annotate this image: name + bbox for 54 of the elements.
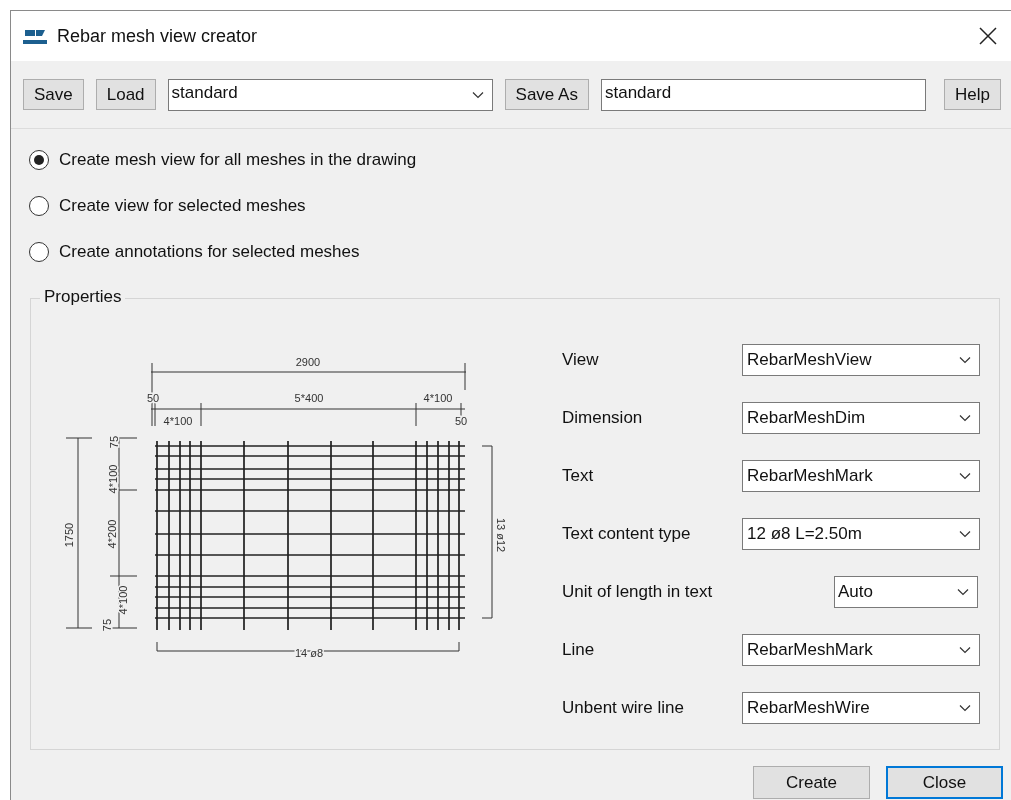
radio-button[interactable] <box>29 242 49 262</box>
chevron-down-icon <box>471 90 484 99</box>
dimension-label: 4*100 <box>423 392 453 404</box>
window-title: Rebar mesh view creator <box>57 24 259 48</box>
radio-button[interactable] <box>29 150 49 170</box>
radio-option[interactable]: Create mesh view for all meshes in the drawing <box>29 148 1011 172</box>
chevron-down-icon <box>959 356 971 364</box>
dimension-label: 13 ø12 <box>495 517 507 553</box>
dropdown[interactable]: Auto <box>834 576 978 608</box>
dimension-label: 4*200 <box>106 519 118 549</box>
field-label: Text content type <box>562 523 692 546</box>
dialog-button[interactable]: Close <box>886 766 1003 799</box>
preset-dropdown[interactable]: standard <box>167 78 493 111</box>
dimension-label: 5*400 <box>294 392 324 404</box>
dialog-button[interactable]: Create <box>753 766 870 799</box>
chevron-down-icon <box>959 646 971 654</box>
save-as-button[interactable]: Save As <box>504 79 589 110</box>
dropdown[interactable]: RebarMeshView <box>742 344 980 376</box>
dimension-label: 1750 <box>63 522 75 548</box>
radio-option[interactable]: Create view for selected meshes <box>29 194 1011 218</box>
save-button[interactable]: Save <box>23 79 84 110</box>
close-icon <box>979 27 997 45</box>
field-label: Dimension <box>562 407 644 430</box>
load-button[interactable]: Load <box>95 79 156 110</box>
dropdown[interactable]: 12 ø8 L=2.50m <box>742 518 980 550</box>
dimension-label: 75 <box>108 435 120 449</box>
field-label: Text <box>562 465 595 488</box>
field-label: Unbent wire line <box>562 697 685 720</box>
app-logo-icon <box>23 27 47 45</box>
dropdown[interactable]: RebarMeshMark <box>742 634 980 666</box>
chevron-down-icon <box>959 704 971 712</box>
radio-button[interactable] <box>29 196 49 216</box>
dimension-label: 50 <box>454 415 468 427</box>
dimension-label: 50 <box>146 392 160 404</box>
dimension-label: 75 <box>101 618 113 632</box>
radio-option[interactable]: Create annotations for selected meshes <box>29 240 1011 264</box>
chevron-down-icon <box>957 588 969 596</box>
chevron-down-icon <box>959 414 971 422</box>
group-title: Properties <box>40 287 126 307</box>
dropdown[interactable]: RebarMeshWire <box>742 692 980 724</box>
dimension-label: 14 ø8 <box>294 647 324 659</box>
help-button[interactable]: Help <box>944 79 1001 110</box>
dimension-label: 4*100 <box>107 464 119 494</box>
dimension-label: 2900 <box>295 356 321 368</box>
field-label: Line <box>562 639 596 662</box>
chevron-down-icon <box>959 472 971 480</box>
dimension-label: 4*100 <box>117 585 129 615</box>
field-label: View <box>562 349 600 372</box>
dropdown[interactable]: RebarMeshDim <box>742 402 980 434</box>
field-label: Unit of length in text <box>562 581 714 604</box>
preset-name-field[interactable]: standard <box>600 78 926 111</box>
dimension-label: 4*100 <box>163 415 193 427</box>
dropdown[interactable]: RebarMeshMark <box>742 460 980 492</box>
chevron-down-icon <box>959 530 971 538</box>
